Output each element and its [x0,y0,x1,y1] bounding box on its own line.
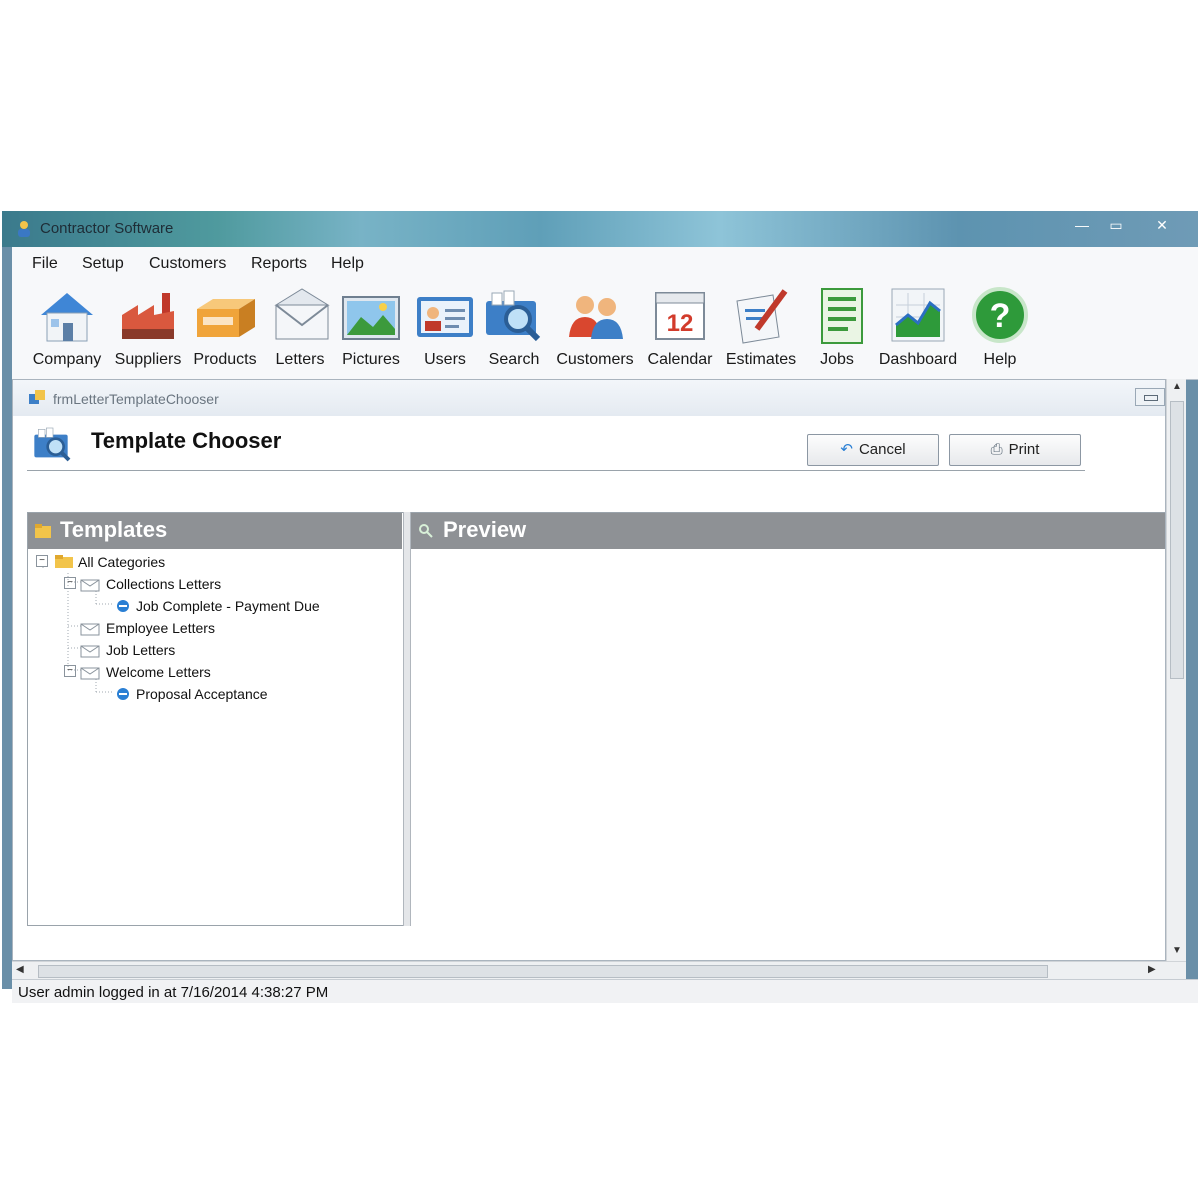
form-icon [29,390,45,404]
toolbar-search-button[interactable]: Search [482,281,546,377]
app-icon [18,221,30,237]
toolbar-dashboard-button[interactable]: Dashboard [876,281,960,377]
toolbar-estimates-button[interactable]: Estimates [724,281,798,377]
print-button[interactable]: ⎙ Print [949,434,1081,466]
toolbar-letters-button[interactable]: Letters [270,281,330,377]
folder-icon [55,555,73,568]
undo-icon: ↶ [840,441,853,458]
collapse-icon[interactable]: − [64,577,76,589]
svg-text:?: ? [990,297,1011,335]
vertical-scroll-thumb[interactable] [1170,401,1184,679]
app-window: Contractor Software — ▭ ✕ File Setup Cus… [2,211,1198,1003]
factory-icon [122,293,174,339]
template-item-icon [117,688,129,700]
form-title-bar[interactable]: frmLetterTemplateChooser [13,380,1165,416]
title-bar[interactable]: Contractor Software — ▭ ✕ [2,211,1198,247]
menu-file[interactable]: File [32,255,58,273]
folder-icon [35,524,51,538]
toolbar-calendar-button[interactable]: 12 Calendar [646,281,714,377]
templates-panel-header: Templates [28,513,402,549]
template-chooser-icon [34,427,71,462]
list-icon [821,288,863,344]
template-chooser-form: frmLetterTemplateChooser Template Choose… [12,379,1166,961]
vertical-scrollbar[interactable]: ▲ ▼ [1166,379,1186,961]
horizontal-scroll-thumb[interactable] [38,965,1048,978]
envelope-icon [80,579,100,592]
menu-bar: File Setup Customers Reports Help [12,247,1198,281]
toolbar-products-button[interactable]: Products [190,281,260,377]
menu-setup[interactable]: Setup [82,255,124,273]
calendar-icon: 12 [655,292,705,340]
chart-icon [891,288,945,342]
preview-panel-header: Preview [411,513,1165,549]
scroll-right-icon[interactable]: ▶ [1148,964,1156,975]
search-icon [486,290,541,342]
preview-area [411,549,1165,927]
menu-customers[interactable]: Customers [149,255,226,273]
scroll-down-icon[interactable]: ▼ [1172,945,1182,956]
horizontal-scrollbar[interactable]: ◀ ▶ [12,961,1186,979]
form-restore-button[interactable] [1135,388,1165,406]
calendar-day: 12 [667,310,694,337]
toolbar-help-button[interactable]: ? Help [968,281,1032,377]
toolbar-pictures-button[interactable]: Pictures [336,281,406,377]
panel-splitter[interactable] [403,512,411,926]
envelope-icon [274,288,330,340]
menu-reports[interactable]: Reports [251,255,307,273]
templates-panel: Templates − All Categories − Collections… [27,512,403,926]
toolbar-company-button[interactable]: Company [26,281,108,377]
envelope-icon [80,623,100,636]
box-icon [197,299,255,337]
user-card-icon [417,297,473,337]
form-window-title: frmLetterTemplateChooser [53,391,219,407]
header-divider [27,470,1085,471]
collapse-icon[interactable]: − [64,665,76,677]
envelope-icon [80,645,100,658]
status-text: User admin logged in at 7/16/2014 4:38:2… [18,984,329,1001]
window-title: Contractor Software [40,220,174,237]
envelope-icon [80,667,100,680]
toolbar-users-button[interactable]: Users [412,281,478,377]
status-bar: User admin logged in at 7/16/2014 4:38:2… [12,979,1198,1003]
magnifier-icon [419,524,433,538]
question-icon: ? [972,287,1028,343]
menu-help[interactable]: Help [331,255,364,273]
scroll-up-icon[interactable]: ▲ [1172,381,1182,392]
picture-icon [342,296,400,340]
scroll-left-icon[interactable]: ◀ [16,964,24,975]
printer-icon: ⎙ [990,441,1003,458]
toolbar: Company Suppliers Products Letters Pictu… [12,281,1198,380]
page-title: Template Chooser [91,428,282,453]
toolbar-suppliers-button[interactable]: Suppliers [110,281,186,377]
cancel-button[interactable]: ↶ Cancel [807,434,939,466]
house-icon [41,293,93,342]
people-icon [569,296,623,339]
toolbar-jobs-button[interactable]: Jobs [810,281,864,377]
toolbar-customers-button[interactable]: Customers [554,281,636,377]
preview-panel: Preview [411,512,1165,927]
template-item-icon [117,600,129,612]
collapse-icon[interactable]: − [36,555,48,567]
pen-paper-icon [736,289,788,344]
close-button[interactable]: ✕ [1148,215,1176,235]
minimize-button[interactable]: — [1068,215,1096,235]
maximize-button[interactable]: ▭ [1102,215,1130,235]
